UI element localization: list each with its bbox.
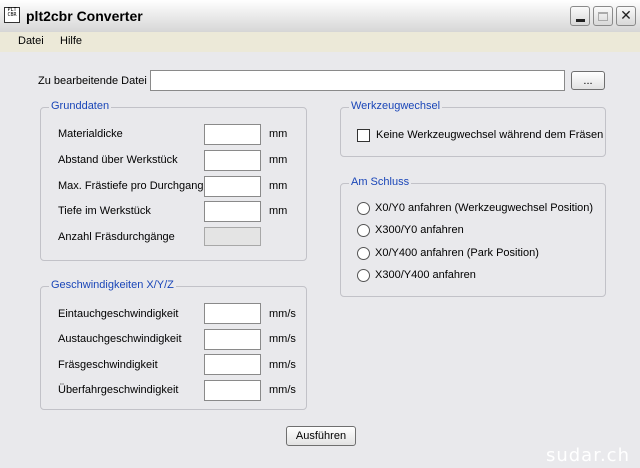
anzahl-label: Anzahl Fräsdurchgänge	[58, 231, 175, 243]
abstand-input[interactable]	[204, 150, 261, 171]
radio-x300-y400[interactable]	[357, 269, 370, 282]
tiefe-unit: mm	[269, 205, 288, 217]
file-label: Zu bearbeitende Datei	[38, 75, 147, 87]
geschwindigkeiten-title: Geschwindigkeiten X/Y/Z	[49, 279, 176, 291]
browse-button[interactable]: ...	[571, 71, 605, 90]
maximize-icon	[598, 11, 608, 21]
radio-x0-y0[interactable]	[357, 202, 370, 215]
menu-hilfe[interactable]: Hilfe	[60, 35, 82, 47]
abstand-label: Abstand über Werkstück	[58, 154, 178, 166]
ueberfahr-label: Überfahrgeschwindigkeit	[58, 384, 179, 396]
fraes-label: Fräsgeschwindigkeit	[58, 359, 158, 371]
eintauch-unit: mm/s	[269, 308, 296, 320]
werkzeugwechsel-title: Werkzeugwechsel	[349, 100, 443, 112]
abstand-unit: mm	[269, 154, 288, 166]
max-fraestiefe-input[interactable]	[204, 176, 261, 197]
max-fraestiefe-unit: mm	[269, 180, 288, 192]
application-window: PLT CBR plt2cbr Converter ✕ Datei Hilfe Z…	[0, 0, 640, 468]
main-panel: Zu bearbeitende Datei ... Grunddaten Mat…	[0, 52, 640, 468]
fraes-input[interactable]	[204, 354, 261, 375]
max-fraestiefe-label: Max. Frästiefe pro Durchgang	[58, 180, 204, 192]
window-title: plt2cbr Converter	[26, 8, 143, 24]
radio-x0-y0-label[interactable]: X0/Y0 anfahren (Werkzeugwechsel Position…	[375, 202, 593, 214]
austauch-input[interactable]	[204, 329, 261, 350]
materialdicke-label: Materialdicke	[58, 128, 123, 140]
radio-x0-y400-label[interactable]: X0/Y400 anfahren (Park Position)	[375, 247, 539, 259]
app-icon: PLT CBR	[4, 7, 20, 23]
radio-x300-y0[interactable]	[357, 224, 370, 237]
minimize-icon	[575, 18, 585, 22]
keine-werkzeugwechsel-label[interactable]: Keine Werkzeugwechsel während dem Fräsen	[376, 129, 603, 141]
materialdicke-unit: mm	[269, 128, 288, 140]
materialdicke-input[interactable]	[204, 124, 261, 145]
title-bar[interactable]: PLT CBR plt2cbr Converter ✕	[0, 0, 640, 33]
watermark-text: sudar.ch	[545, 445, 630, 466]
fraes-unit: mm/s	[269, 359, 296, 371]
close-icon: ✕	[620, 8, 632, 24]
grunddaten-title: Grunddaten	[49, 100, 112, 112]
radio-x0-y400[interactable]	[357, 247, 370, 260]
ausfuehren-button[interactable]: Ausführen	[286, 426, 356, 446]
eintauch-input[interactable]	[204, 303, 261, 324]
anzahl-output	[204, 227, 261, 246]
austauch-unit: mm/s	[269, 333, 296, 345]
tiefe-label: Tiefe im Werkstück	[58, 205, 151, 217]
menu-datei[interactable]: Datei	[18, 35, 44, 47]
keine-werkzeugwechsel-checkbox[interactable]	[357, 129, 370, 142]
tiefe-input[interactable]	[204, 201, 261, 222]
menu-bar: Datei Hilfe	[0, 32, 640, 52]
am-schluss-title: Am Schluss	[349, 176, 412, 188]
file-path-input[interactable]	[150, 70, 565, 91]
austauch-label: Austauchgeschwindigkeit	[58, 333, 182, 345]
close-button[interactable]: ✕	[616, 6, 636, 26]
ueberfahr-input[interactable]	[204, 380, 261, 401]
radio-x300-y0-label[interactable]: X300/Y0 anfahren	[375, 224, 464, 236]
minimize-button[interactable]	[570, 6, 590, 26]
ueberfahr-unit: mm/s	[269, 384, 296, 396]
maximize-button[interactable]	[593, 6, 613, 26]
eintauch-label: Eintauchgeschwindigkeit	[58, 308, 179, 320]
radio-x300-y400-label[interactable]: X300/Y400 anfahren	[375, 269, 476, 281]
app-icon-text-2: CBR	[7, 12, 17, 18]
